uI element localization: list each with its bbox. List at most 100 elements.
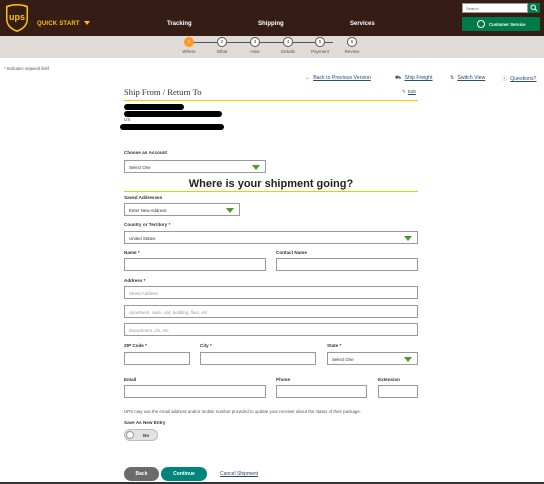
- edit-label: Edit: [407, 89, 416, 94]
- step-number: 4: [283, 37, 293, 47]
- customer-service-button[interactable]: Customer Service: [462, 17, 540, 31]
- chevron-down-icon: [252, 165, 260, 170]
- step-details: 4 Details: [276, 37, 300, 54]
- ups-logo-text: ups: [9, 12, 25, 22]
- ship-freight-link[interactable]: ⛟ Ship Freight: [395, 75, 433, 82]
- state-select[interactable]: Select One: [327, 352, 418, 365]
- link-label: Switch View: [457, 75, 486, 81]
- section-divider: [124, 191, 418, 192]
- notification-disclaimer: UPS may use the email address and/or mob…: [124, 409, 361, 414]
- step-number: 3: [250, 37, 260, 47]
- chat-icon: [477, 20, 485, 28]
- nav-services[interactable]: Services: [350, 21, 375, 27]
- extension-label: Extension: [378, 377, 400, 382]
- email-label: Email: [124, 377, 137, 382]
- zip-code-label: ZIP Code *: [124, 343, 147, 348]
- questions-link[interactable]: ⓘ Questions?: [502, 75, 536, 82]
- save-new-entry-label: Save As New Entry: [124, 420, 166, 425]
- back-button[interactable]: Back: [124, 467, 159, 481]
- cancel-shipment-link[interactable]: Cancel Shipment: [220, 471, 258, 477]
- address-line-2-input[interactable]: Apartment, suite, unit, building, floor,…: [124, 305, 418, 318]
- quick-start-label: QUICK START: [37, 21, 80, 27]
- switch-view-link[interactable]: ⇅ Switch View: [450, 75, 485, 81]
- chevron-down-icon: [83, 21, 90, 26]
- step-number: 5: [315, 37, 325, 47]
- search-input[interactable]: Search: [462, 3, 528, 13]
- step-number: 6: [347, 37, 357, 47]
- shipment-progress-tracker: 1 Where 2 What 3 How 4 Details 5 Payment…: [0, 36, 544, 58]
- chevron-down-icon: [404, 236, 412, 241]
- step-how: 3 How: [243, 37, 267, 54]
- country-select-value: United States: [129, 236, 156, 241]
- destination-heading: Where is your shipment going?: [188, 178, 354, 190]
- state-label: State *: [327, 343, 342, 348]
- contact-name-input[interactable]: [276, 258, 418, 271]
- redacted-address: [120, 124, 224, 130]
- truck-icon: ⛟: [395, 75, 402, 81]
- city-label: City *: [200, 343, 212, 348]
- account-select-value: Select One: [129, 165, 151, 170]
- zip-code-input[interactable]: [124, 352, 190, 365]
- redacted-name: [124, 104, 184, 110]
- name-input[interactable]: [124, 258, 266, 271]
- address-line-3-input[interactable]: Department, c/o, etc.: [124, 323, 418, 336]
- state-select-value: Select One: [332, 357, 354, 362]
- step-label: How: [250, 49, 260, 54]
- street-address-input[interactable]: Street Address: [124, 286, 418, 299]
- step-label: What: [216, 49, 228, 54]
- step-review: 6 Review: [340, 37, 364, 54]
- country-label: Country or Territory *: [124, 222, 171, 227]
- step-number: 1: [184, 37, 194, 47]
- step-label: Review: [344, 49, 360, 54]
- switch-icon: ⇅: [450, 75, 455, 81]
- top-navigation-bar: ups QUICK START Tracking Shipping Servic…: [0, 0, 544, 36]
- chevron-down-icon: [226, 208, 234, 213]
- step-label: Where: [182, 49, 196, 54]
- name-label: Name *: [124, 250, 140, 255]
- required-field-note: * Indicates required field: [4, 66, 49, 71]
- nav-shipping[interactable]: Shipping: [258, 21, 284, 27]
- link-label: Ship Freight: [404, 75, 433, 81]
- help-icon: ⓘ: [502, 76, 508, 82]
- search-icon: [530, 4, 538, 12]
- back-to-previous-version-link[interactable]: ← Back to Previous Version: [305, 75, 371, 81]
- step-what: 2 What: [210, 37, 234, 54]
- email-input[interactable]: [124, 385, 266, 398]
- phone-input[interactable]: [276, 385, 367, 398]
- arrow-left-icon: ←: [305, 75, 311, 81]
- section-divider: [124, 100, 418, 101]
- continue-button[interactable]: Continue: [161, 467, 207, 481]
- link-label: Back to Previous Version: [313, 75, 371, 81]
- ups-logo[interactable]: ups: [4, 3, 30, 33]
- quick-start-menu[interactable]: QUICK START: [37, 21, 90, 27]
- ship-from-country: US: [124, 117, 131, 122]
- redacted-company: [124, 111, 222, 117]
- extension-input[interactable]: [378, 385, 418, 398]
- city-input[interactable]: [200, 352, 316, 365]
- address-label: Address *: [124, 278, 146, 283]
- choose-account-label: Choose an Account: [124, 150, 167, 155]
- phone-label: Phone: [276, 377, 291, 382]
- step-label: Payment: [311, 49, 329, 54]
- toggle-knob: [126, 431, 134, 439]
- pencil-icon: ✎: [402, 89, 406, 94]
- step-payment: 5 Payment: [308, 37, 332, 54]
- step-label: Details: [281, 49, 295, 54]
- nav-tracking[interactable]: Tracking: [167, 21, 192, 27]
- contact-name-label: Contact Name: [276, 250, 307, 255]
- chevron-down-icon: [404, 357, 412, 362]
- saved-addresses-label: Saved Addresses: [124, 195, 163, 200]
- country-select[interactable]: United States: [124, 231, 418, 244]
- saved-addresses-select[interactable]: Enter New Address: [124, 203, 240, 216]
- search-button[interactable]: [528, 3, 540, 13]
- save-new-entry-toggle[interactable]: No: [124, 429, 158, 441]
- edit-ship-from-link[interactable]: ✎ Edit: [402, 89, 416, 95]
- account-select[interactable]: Select One: [124, 160, 266, 173]
- ship-from-title: Ship From / Return To: [124, 87, 202, 97]
- link-label: Questions?: [510, 76, 537, 82]
- saved-addresses-value: Enter New Address: [129, 208, 167, 213]
- step-where: 1 Where: [177, 37, 201, 54]
- step-number: 2: [217, 37, 227, 47]
- toggle-value: No: [143, 433, 150, 438]
- customer-service-label: Customer Service: [489, 21, 526, 27]
